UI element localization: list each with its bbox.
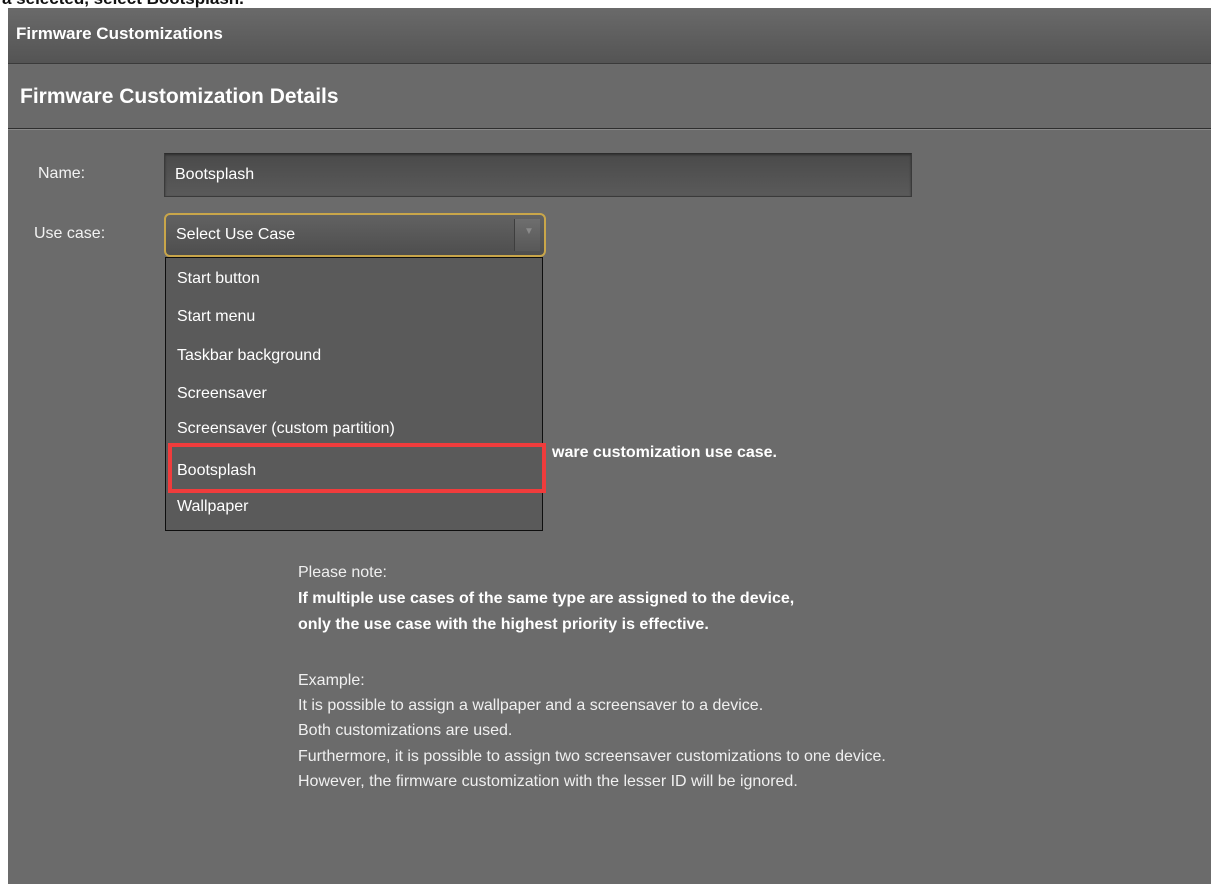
dropdown-option-wallpaper[interactable]: Wallpaper [166, 488, 542, 526]
example-line-4: However, the firmware customization with… [298, 773, 798, 790]
dropdown-option-start-button[interactable]: Start button [166, 260, 542, 298]
use-case-selected-value: Select Use Case [176, 226, 296, 243]
use-case-hint: ware customization use case. [552, 444, 777, 461]
bootsplash-highlight-box [168, 443, 546, 493]
chevron-down-icon: ▼ [524, 226, 534, 237]
example-line-3: Furthermore, it is possible to assign tw… [298, 748, 886, 765]
example-line-1: It is possible to assign a wallpaper and… [298, 697, 764, 714]
details-heading: Firmware Customization Details [20, 85, 339, 108]
note-bold-line-2: only the use case with the highest prior… [298, 616, 709, 633]
cropped-instruction-label: a selected, select Bootsplash. [2, 0, 244, 8]
dropdown-arrow-button[interactable]: ▼ [514, 219, 540, 251]
note-bold-line-1: If multiple use cases of the same type a… [298, 590, 795, 607]
cropped-instruction-text: a selected, select Bootsplash. [0, 0, 1211, 8]
example-line-2: Both customizations are used. [298, 722, 513, 739]
use-case-select[interactable]: Select Use Case ▼ [164, 213, 546, 257]
firmware-customization-window: Firmware Customizations Firmware Customi… [8, 8, 1211, 884]
dropdown-option-start-menu[interactable]: Start menu [166, 298, 542, 336]
window-title-bar: Firmware Customizations [8, 8, 1211, 64]
name-input[interactable] [164, 153, 912, 197]
note-label: Please note: [298, 564, 387, 581]
name-label: Name: [38, 165, 86, 182]
use-case-label: Use case: [34, 225, 106, 242]
window-title: Firmware Customizations [16, 24, 223, 43]
details-header: Firmware Customization Details [8, 65, 1211, 129]
example-label: Example: [298, 672, 365, 689]
dropdown-option-screensaver[interactable]: Screensaver [166, 375, 542, 413]
dropdown-option-taskbar-background[interactable]: Taskbar background [166, 337, 542, 375]
